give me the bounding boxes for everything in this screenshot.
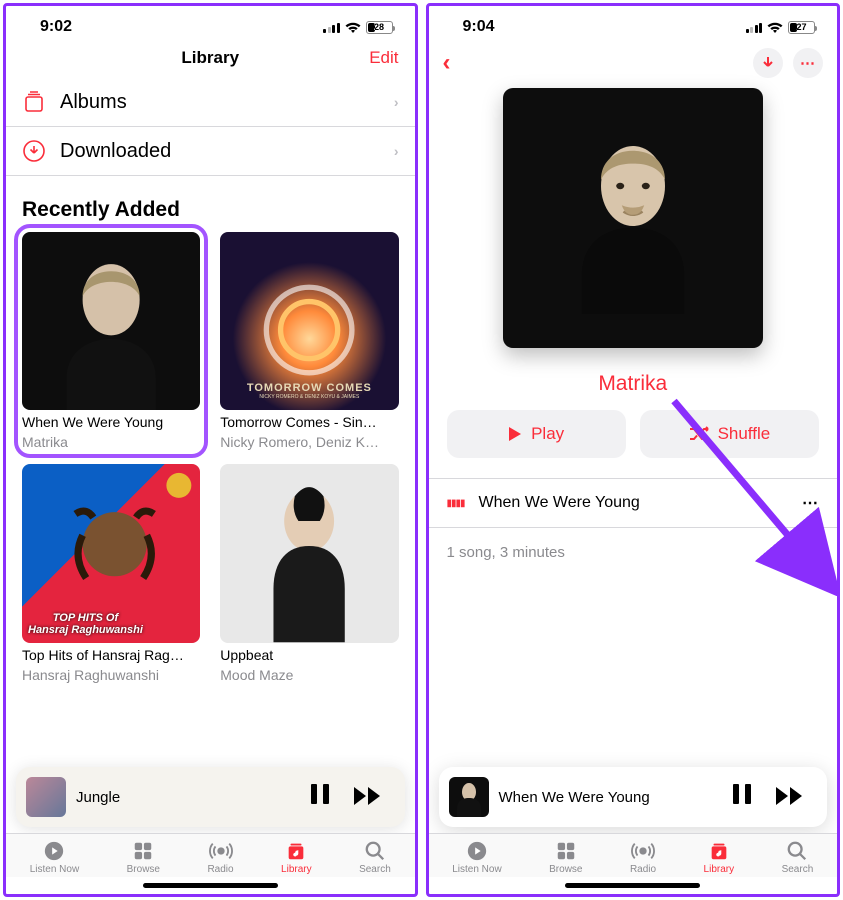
pause-button[interactable] xyxy=(725,782,759,813)
tab-listen-now[interactable]: Listen Now xyxy=(452,840,501,875)
track-summary: 1 song, 3 minutes xyxy=(429,528,838,577)
chevron-right-icon: › xyxy=(394,94,399,110)
album-title: Top Hits of Hansraj Rag… xyxy=(22,647,200,663)
next-button[interactable] xyxy=(769,782,811,813)
cellular-icon xyxy=(323,21,340,33)
tab-bar: Listen Now Browse Radio Library Search xyxy=(429,833,838,877)
next-button[interactable] xyxy=(347,782,389,813)
status-time: 9:04 xyxy=(463,18,495,36)
tab-radio[interactable]: Radio xyxy=(207,840,233,875)
recently-added-header: Recently Added xyxy=(6,176,415,232)
battery-icon: 27 xyxy=(788,21,815,34)
albums-icon xyxy=(22,90,46,114)
now-playing-title: When We Were Young xyxy=(499,789,716,806)
home-indicator[interactable] xyxy=(143,883,278,888)
album-item[interactable]: TOP HITS OfHansraj Raghuwanshi Top Hits … xyxy=(22,464,200,682)
wifi-icon xyxy=(344,21,362,34)
track-list: ▮▮▮▮ When We Were Young ⋯ xyxy=(429,478,838,528)
albums-row[interactable]: Albums › xyxy=(6,78,415,127)
home-indicator[interactable] xyxy=(565,883,700,888)
now-playing-art xyxy=(26,777,66,817)
chevron-right-icon: › xyxy=(394,143,399,159)
tab-search[interactable]: Search xyxy=(782,840,814,875)
album-art: TOMORROW COMESNICKY ROMERO & DENIZ KOYU … xyxy=(220,232,398,410)
download-icon xyxy=(22,139,46,163)
tab-search[interactable]: Search xyxy=(359,840,391,875)
album-art: TOP HITS OfHansraj Raghuwanshi xyxy=(22,464,200,642)
artist-link[interactable]: Matrika xyxy=(429,372,838,396)
back-button[interactable]: ‹ xyxy=(443,49,451,77)
action-buttons: Play Shuffle xyxy=(429,410,838,458)
wifi-icon xyxy=(766,21,784,34)
play-button[interactable]: Play xyxy=(447,410,626,458)
status-right: 28 xyxy=(323,21,393,34)
cellular-icon xyxy=(746,21,763,33)
album-artist: Hansraj Raghuwanshi xyxy=(22,667,200,683)
tab-browse[interactable]: Browse xyxy=(127,840,160,875)
status-bar: 9:02 28 xyxy=(6,6,415,40)
now-playing-bar[interactable]: Jungle xyxy=(16,767,405,827)
nav-header: ‹ ⋯ xyxy=(429,40,838,86)
phone-library-screen: 9:02 28 Library Edit Albums › Downloaded… xyxy=(3,3,418,897)
status-bar: 9:04 27 xyxy=(429,6,838,40)
album-item[interactable]: TOMORROW COMESNICKY ROMERO & DENIZ KOYU … xyxy=(220,232,398,450)
status-time: 9:02 xyxy=(40,18,72,36)
albums-label: Albums xyxy=(60,91,380,114)
album-art xyxy=(22,232,200,410)
download-button[interactable] xyxy=(753,48,783,78)
pause-button[interactable] xyxy=(303,782,337,813)
shuffle-button[interactable]: Shuffle xyxy=(640,410,819,458)
albums-grid: When We Were Young Matrika TOMORROW COME… xyxy=(6,232,415,683)
album-art-large xyxy=(503,88,763,348)
album-artist: Mood Maze xyxy=(220,667,398,683)
status-right: 27 xyxy=(746,21,816,34)
album-art xyxy=(220,464,398,642)
album-artist: Matrika xyxy=(22,434,200,450)
downloaded-label: Downloaded xyxy=(60,140,380,163)
now-playing-title: Jungle xyxy=(76,789,293,806)
phone-album-screen: 9:04 27 ‹ ⋯ Matrika Play xyxy=(426,3,841,897)
track-row[interactable]: ▮▮▮▮ When We Were Young ⋯ xyxy=(429,479,838,528)
tab-library[interactable]: Library xyxy=(281,840,312,875)
album-item[interactable]: Uppbeat Mood Maze xyxy=(220,464,398,682)
album-item[interactable]: When We Were Young Matrika xyxy=(18,228,204,454)
track-more-button[interactable]: ⋯ xyxy=(802,493,819,513)
tab-library[interactable]: Library xyxy=(704,840,735,875)
downloaded-row[interactable]: Downloaded › xyxy=(6,127,415,176)
now-playing-indicator-icon: ▮▮▮▮ xyxy=(447,498,465,509)
battery-icon: 28 xyxy=(366,21,393,34)
page-title: Library xyxy=(181,48,239,68)
now-playing-bar[interactable]: When We Were Young xyxy=(439,767,828,827)
album-title: Uppbeat xyxy=(220,647,398,663)
album-title: Tomorrow Comes - Sin… xyxy=(220,414,398,430)
tab-bar: Listen Now Browse Radio Library Search xyxy=(6,833,415,877)
tab-radio[interactable]: Radio xyxy=(630,840,656,875)
now-playing-art xyxy=(449,777,489,817)
edit-button[interactable]: Edit xyxy=(369,48,398,68)
more-button[interactable]: ⋯ xyxy=(793,48,823,78)
tab-browse[interactable]: Browse xyxy=(549,840,582,875)
tab-listen-now[interactable]: Listen Now xyxy=(30,840,79,875)
album-artist: Nicky Romero, Deniz K… xyxy=(220,434,398,450)
album-title: When We Were Young xyxy=(22,414,200,430)
nav-header: Library Edit xyxy=(6,40,415,78)
track-title: When We Were Young xyxy=(479,494,788,512)
